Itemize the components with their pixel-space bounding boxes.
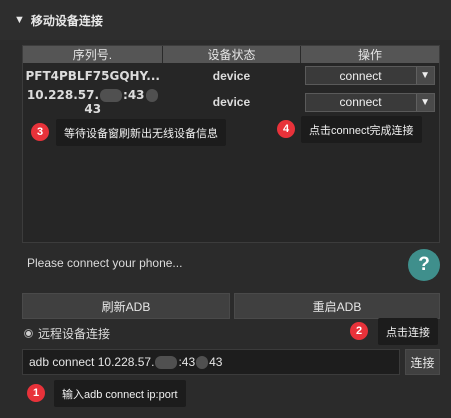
connect-dropdown-label: connect bbox=[339, 95, 382, 109]
annotation-tip-1: 输入adb connect ip:port bbox=[54, 380, 186, 407]
redaction-blur bbox=[155, 355, 178, 369]
step-badge-4: 4 bbox=[277, 120, 295, 138]
restart-adb-button[interactable]: 重启ADB bbox=[234, 293, 440, 319]
column-header-action: 操作 bbox=[300, 46, 439, 63]
table-row: 10.228.57.:4343 device connect ▼ bbox=[23, 88, 439, 116]
connect-dropdown[interactable]: connect ▼ bbox=[304, 92, 435, 112]
radio-dot-icon bbox=[26, 331, 31, 336]
table-row: PFT4PBLF75GQHY... device connect ▼ bbox=[23, 63, 439, 88]
table-header-row: 序列号. 设备状态 操作 bbox=[23, 46, 439, 63]
device-serial: 10.228.57.:4343 bbox=[23, 88, 162, 116]
connect-dropdown-label: connect bbox=[339, 68, 382, 83]
device-serial: PFT4PBLF75GQHY... bbox=[25, 68, 160, 83]
status-message: Please connect your phone... bbox=[27, 256, 183, 270]
section-title: 移动设备连接 bbox=[30, 13, 103, 28]
device-status: device bbox=[212, 95, 251, 109]
step-badge-1: 1 bbox=[27, 384, 45, 402]
adb-command-input[interactable]: adb connect 10.228.57.:43 43 bbox=[22, 349, 400, 375]
annotation-tip-3: 等待设备窗刷新出无线设备信息 bbox=[56, 119, 226, 146]
redaction-blur bbox=[145, 89, 158, 102]
remote-connect-label: 远程设备连接 bbox=[38, 327, 111, 341]
step-badge-3: 3 bbox=[31, 123, 49, 141]
device-table: 序列号. 设备状态 操作 PFT4PBLF75GQHY... device co… bbox=[23, 46, 439, 116]
device-status: device bbox=[212, 68, 251, 83]
section-header[interactable]: ▼ 移动设备连接 bbox=[0, 0, 451, 40]
annotation-tip-4: 点击connect完成连接 bbox=[301, 116, 422, 143]
dropdown-arrow-icon[interactable]: ▼ bbox=[415, 67, 434, 84]
remote-connect-option[interactable]: 远程设备连接 bbox=[24, 325, 110, 342]
connect-dropdown[interactable]: connect ▼ bbox=[304, 66, 435, 85]
column-header-serial: 序列号. bbox=[23, 46, 163, 63]
step-badge-2: 2 bbox=[350, 322, 368, 340]
help-button[interactable]: ? bbox=[408, 249, 440, 281]
radio-button[interactable] bbox=[24, 329, 33, 338]
collapse-triangle-icon[interactable]: ▼ bbox=[14, 14, 25, 26]
annotation-tip-2: 点击连接 bbox=[378, 318, 438, 345]
action-cell: connect ▼ bbox=[301, 88, 439, 116]
connect-button[interactable]: 连接 bbox=[405, 349, 440, 375]
refresh-adb-button[interactable]: 刷新ADB bbox=[22, 293, 230, 319]
action-cell: connect ▼ bbox=[301, 63, 439, 88]
dropdown-arrow-icon[interactable]: ▼ bbox=[415, 93, 434, 111]
redaction-blur bbox=[100, 89, 123, 102]
column-header-status: 设备状态 bbox=[162, 46, 302, 63]
redaction-blur bbox=[196, 355, 209, 369]
